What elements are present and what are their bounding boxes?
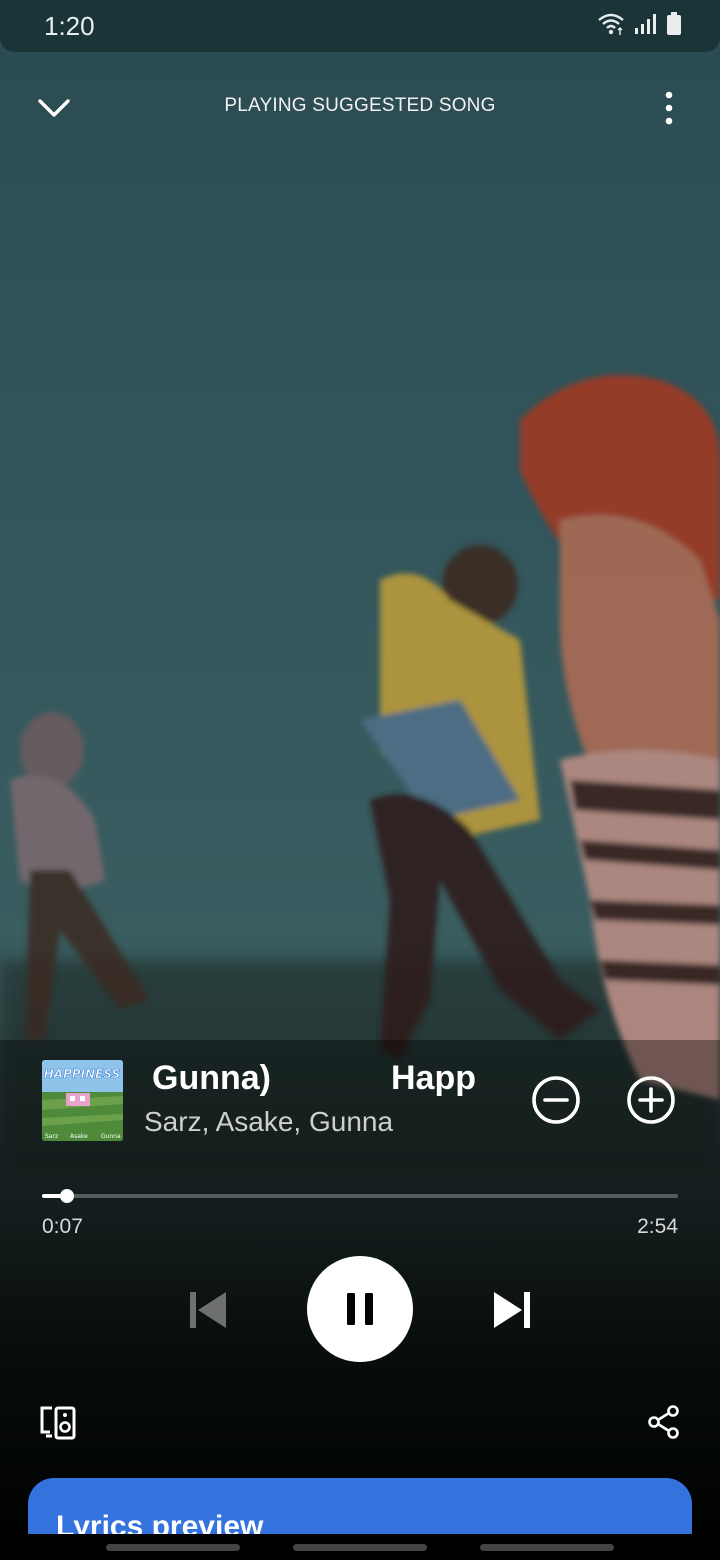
playing-context-label: PLAYING SUGGESTED SONG: [224, 95, 496, 116]
system-navigation-bar: [0, 1534, 720, 1560]
track-title-segment-repeat: Happ: [391, 1059, 476, 1097]
skip-next-icon: [494, 1292, 530, 1328]
devices-icon: [40, 1406, 76, 1440]
progress-track: [42, 1194, 678, 1198]
next-button[interactable]: [488, 1286, 536, 1334]
now-playing-screen: 1:20 PLAYING SUGGESTED SONG HAPPINESS Sa…: [0, 0, 720, 1560]
previous-button[interactable]: [184, 1286, 232, 1334]
add-to-library-button[interactable]: [625, 1074, 677, 1126]
wifi-icon: [598, 13, 624, 35]
album-cover-image: HAPPINESS Sarz Asake Gunna: [42, 1060, 123, 1141]
elapsed-time: 0:07: [42, 1215, 83, 1238]
album-credit-3: Gunna: [101, 1133, 121, 1140]
playback-controls: [0, 1256, 720, 1364]
share-button[interactable]: [646, 1404, 682, 1440]
signal-icon: [635, 14, 656, 34]
nav-home-handle[interactable]: [293, 1544, 427, 1551]
skip-previous-icon: [190, 1292, 226, 1328]
album-credit-1: Sarz: [45, 1133, 58, 1140]
player-header: PLAYING SUGGESTED SONG: [0, 76, 720, 140]
connect-devices-button[interactable]: [38, 1402, 78, 1442]
album-art[interactable]: HAPPINESS Sarz Asake Gunna: [42, 1060, 123, 1141]
total-time: 2:54: [637, 1215, 678, 1238]
more-vertical-icon: [665, 91, 673, 125]
hide-song-button[interactable]: [530, 1074, 582, 1126]
track-artists[interactable]: Sarz, Asake, Gunna: [144, 1106, 393, 1138]
plus-circle-icon: [627, 1076, 675, 1124]
progress-thumb[interactable]: [60, 1189, 75, 1203]
share-icon: [648, 1405, 679, 1439]
pause-button[interactable]: [307, 1256, 413, 1362]
battery-icon: [667, 12, 681, 35]
status-time: 1:20: [44, 11, 95, 41]
album-title-text: HAPPINESS: [44, 1067, 120, 1081]
more-options-button[interactable]: [654, 86, 684, 130]
status-bar: 1:20: [0, 0, 720, 52]
playback-progress-bar[interactable]: [42, 1186, 678, 1208]
track-info: HAPPINESS Sarz Asake Gunna Gunna) Happ S…: [42, 1058, 682, 1142]
track-title-segment: Gunna): [152, 1059, 271, 1097]
pause-icon: [347, 1293, 373, 1325]
track-title-marquee[interactable]: Gunna) Happ: [146, 1058, 518, 1102]
nav-recents-handle[interactable]: [106, 1544, 240, 1551]
nav-back-handle[interactable]: [480, 1544, 614, 1551]
album-credit-2: Asake: [70, 1133, 88, 1140]
status-icons: [596, 12, 682, 36]
minus-circle-icon: [532, 1076, 580, 1124]
